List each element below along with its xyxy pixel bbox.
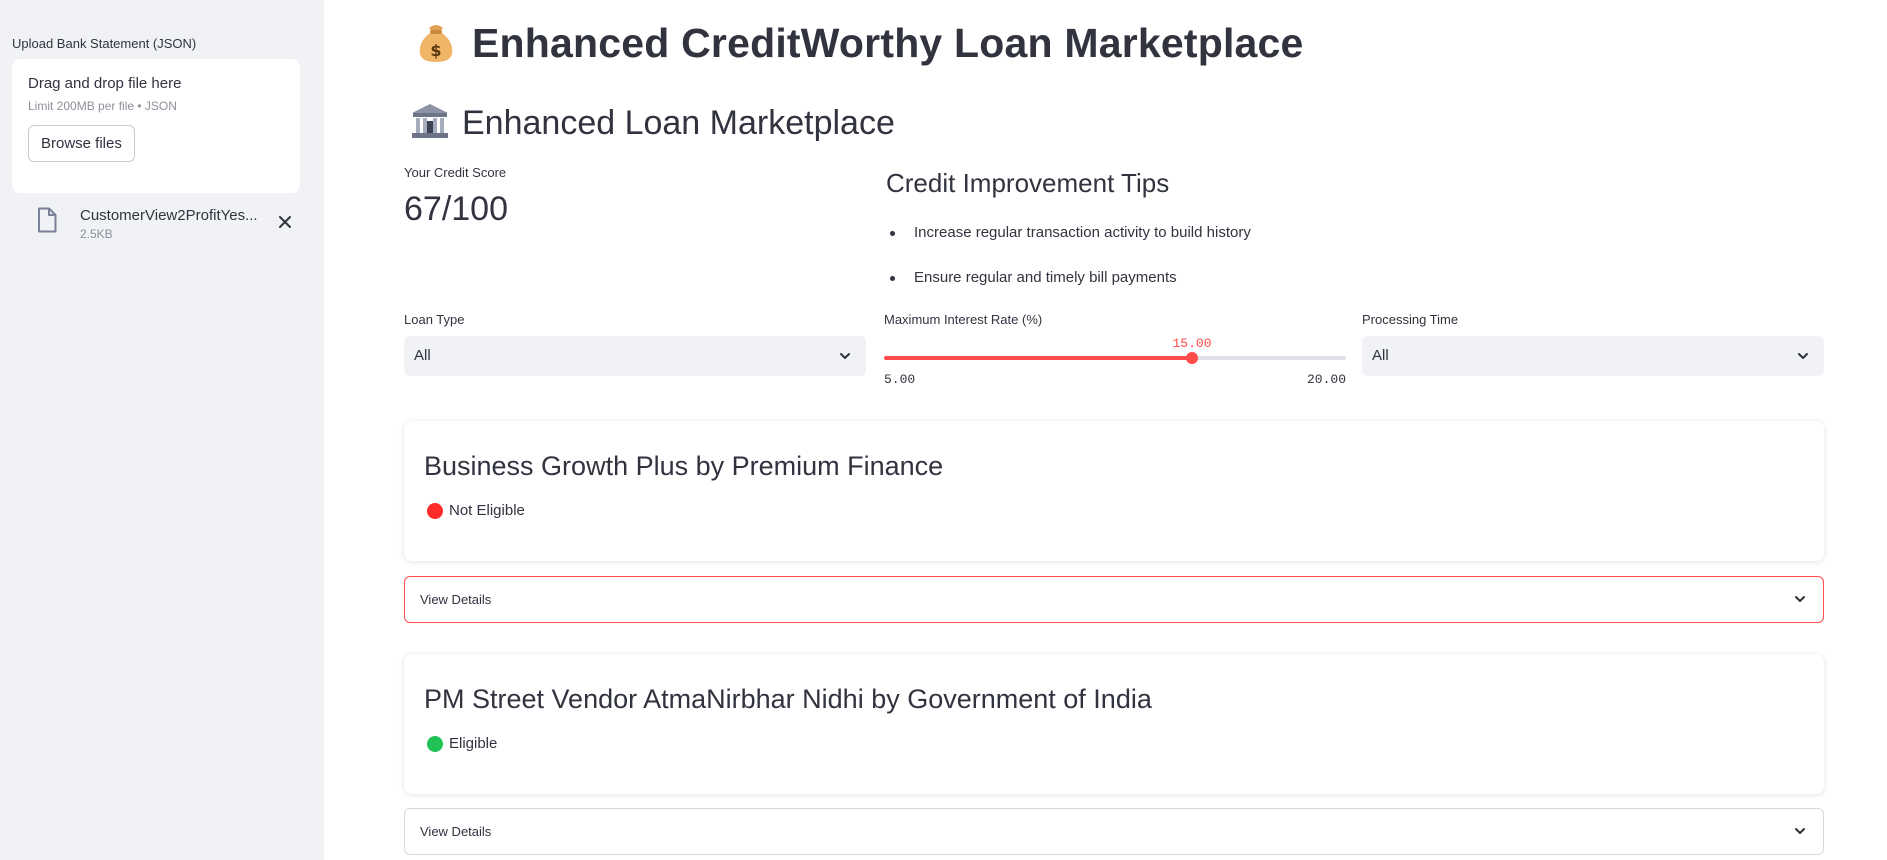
loan-card: Business Growth Plus by Premium Finance … [404,421,1824,561]
tip-item: Ensure regular and timely bill payments [886,269,1251,314]
loan-card: PM Street Vendor AtmaNirbhar Nidhi by Go… [404,654,1824,794]
svg-text:$: $ [430,41,441,60]
tips-title: Credit Improvement Tips [886,168,1170,198]
interest-rate-label: Maximum Interest Rate (%) [884,312,1043,327]
chevron-down-icon [1796,349,1810,363]
uploaded-file: CustomerView2ProfitYes... 2.5KB [12,205,312,255]
page-header: $ Enhanced CreditWorthy Loan Marketplace [414,18,1304,69]
slider-fill [884,356,1192,360]
slider-min: 5.00 [884,372,916,387]
expander-label: View Details [420,824,492,839]
status-label: Not Eligible [449,502,525,519]
eligibility-status: Eligible [424,735,1804,752]
drop-title: Drag and drop file here [28,75,182,92]
credit-score-label: Your Credit Score [404,165,507,180]
file-icon [36,207,58,233]
section-title: Enhanced Loan Marketplace [462,104,895,142]
chevron-down-icon [838,349,852,363]
status-dot-icon [427,502,443,519]
status-dot-icon [427,735,443,752]
credit-score-value: 67/100 [404,190,508,228]
page-title: Enhanced CreditWorthy Loan Marketplace [472,20,1304,66]
sidebar: Upload Bank Statement (JSON) Drag and dr… [0,0,324,860]
view-details-expander[interactable]: View Details [404,808,1824,855]
tip-item: Increase regular transaction activity to… [886,224,1251,269]
status-label: Eligible [449,735,498,752]
bank-icon [410,102,450,145]
close-icon[interactable] [276,213,294,231]
file-dropzone[interactable]: Drag and drop file here Limit 200MB per … [12,59,300,193]
chevron-down-icon [1793,824,1807,838]
upload-label: Upload Bank Statement (JSON) [12,36,197,51]
interest-rate-slider[interactable]: 15.00 5.00 20.00 [884,336,1346,392]
section-header: Enhanced Loan Marketplace [410,102,895,145]
loan-title: Business Growth Plus by Premium Finance [424,451,944,481]
processing-time-label: Processing Time [1362,312,1459,327]
eligibility-status: Not Eligible [424,502,1804,519]
slider-thumb[interactable] [1186,352,1198,364]
loan-type-value: All [414,347,431,364]
expander-label: View Details [420,592,492,607]
loan-type-label: Loan Type [404,312,465,327]
loan-type-select[interactable]: All [404,336,866,376]
drop-limit: Limit 200MB per file • JSON [28,99,177,113]
money-bag-icon: $ [414,18,458,69]
loan-title: PM Street Vendor AtmaNirbhar Nidhi by Go… [424,684,1152,714]
file-name: CustomerView2ProfitYes... [80,207,258,224]
slider-max: 20.00 [1306,372,1346,387]
processing-time-select[interactable]: All [1362,336,1824,376]
browse-files-button[interactable]: Browse files [28,125,135,162]
view-details-expander[interactable]: View Details [404,576,1824,623]
slider-value: 15.00 [1172,336,1212,351]
processing-time-value: All [1372,347,1389,364]
tips-list: Increase regular transaction activity to… [886,224,1251,314]
chevron-down-icon [1793,592,1807,606]
